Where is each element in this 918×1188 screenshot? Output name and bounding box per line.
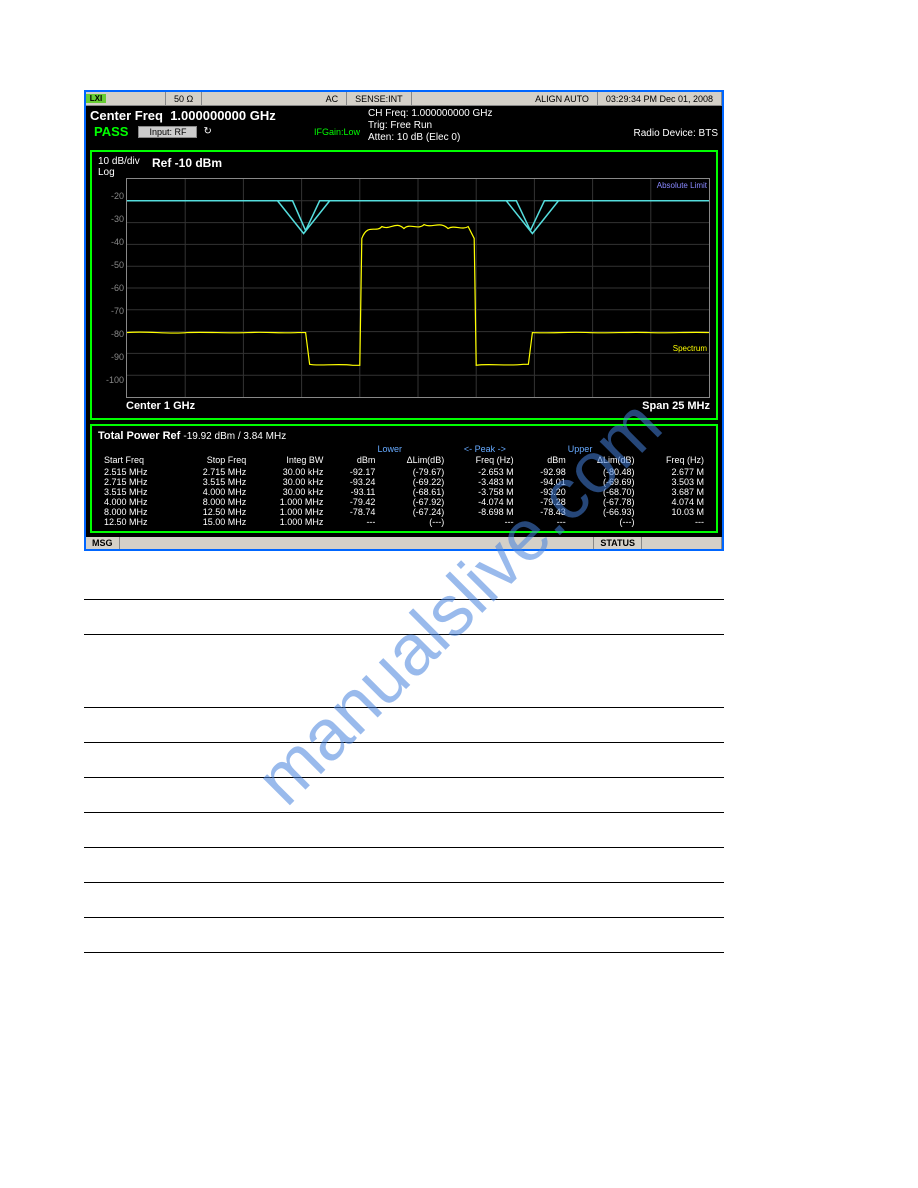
align-indicator: ALIGN AUTO	[527, 92, 598, 105]
scale-label: 10 dB/div	[98, 156, 152, 167]
column-headers: Start Freq Stop Freq Integ BW dBm ΔLim(d…	[98, 454, 710, 467]
results-table: Lower <- Peak -> Upper Start Freq Stop F…	[98, 444, 710, 527]
header-block: Center Freq 1.000000000 GHz PASS Input: …	[86, 106, 722, 146]
if-gain: IFGain:Low	[314, 127, 360, 137]
results-subtitle: -19.92 dBm / 3.84 MHz	[183, 431, 286, 442]
doc-table-lines	[84, 599, 724, 953]
ch-freq: CH Freq: 1.000000000 GHz	[368, 108, 588, 120]
chart-svg	[127, 179, 709, 397]
y-axis: -20-30-40-50-60-70-80-90-100	[98, 178, 126, 398]
atten: Atten: 10 dB (Elec 0)	[368, 132, 588, 144]
table-row: 3.515 MHz4.000 MHz30.00 kHz-93.11(-68.61…	[98, 487, 710, 497]
spectrum-label: Spectrum	[673, 344, 707, 353]
impedance: 50 Ω	[166, 92, 202, 105]
table-row: 2.515 MHz2.715 MHz30.00 kHz-92.17(-79.67…	[98, 467, 710, 477]
trig-mode: Trig: Free Run	[368, 120, 588, 132]
table-row: 2.715 MHz3.515 MHz30.00 kHz-93.24(-69.22…	[98, 477, 710, 487]
ref-level: Ref -10 dBm	[152, 156, 222, 178]
status-label: STATUS	[594, 537, 642, 549]
msg-label: MSG	[86, 537, 120, 549]
center-freq-value: 1.000000000 GHz	[170, 108, 276, 123]
results-panel: Total Power Ref -19.92 dBm / 3.84 MHz Lo…	[90, 424, 718, 533]
lxi-badge: LXI	[86, 94, 106, 103]
radio-device: Radio Device: BTS	[588, 128, 718, 139]
bottom-status-bar: MSG STATUS	[86, 537, 722, 549]
x-span-label: Span 25 MHz	[642, 400, 710, 412]
table-row: 12.50 MHz15.00 MHz1.000 MHz---(---)-----…	[98, 517, 710, 527]
spectrum-chart[interactable]: Absolute Limit Spectrum	[126, 178, 710, 398]
peak-header: <- Peak ->	[450, 444, 519, 454]
center-freq-label: Center Freq	[90, 108, 163, 123]
lower-header: Lower	[329, 444, 450, 454]
ac-indicator: AC	[318, 92, 348, 105]
table-row: 4.000 MHz8.000 MHz1.000 MHz-79.42(-67.92…	[98, 497, 710, 507]
results-title: Total Power Ref	[98, 430, 180, 442]
sense-indicator: SENSE:INT	[347, 92, 412, 105]
pass-indicator: PASS	[90, 124, 132, 139]
log-label: Log	[98, 167, 152, 178]
clock: 03:29:34 PM Dec 01, 2008	[598, 92, 722, 105]
upper-header: Upper	[520, 444, 641, 454]
analyzer-screenshot: LXI 50 Ω AC SENSE:INT ALIGN AUTO 03:29:3…	[84, 90, 724, 551]
graph-panel: 10 dB/div Log Ref -10 dBm -20-30-40-50-6…	[90, 150, 718, 420]
abs-limit-label: Absolute Limit	[657, 181, 707, 190]
coupling-icon: ↻	[203, 126, 211, 137]
table-row: 8.000 MHz12.50 MHz1.000 MHz-78.74(-67.24…	[98, 507, 710, 517]
x-center-label: Center 1 GHz	[126, 400, 195, 412]
top-status-bar: LXI 50 Ω AC SENSE:INT ALIGN AUTO 03:29:3…	[86, 92, 722, 106]
input-rf: Input: RF	[138, 126, 197, 138]
